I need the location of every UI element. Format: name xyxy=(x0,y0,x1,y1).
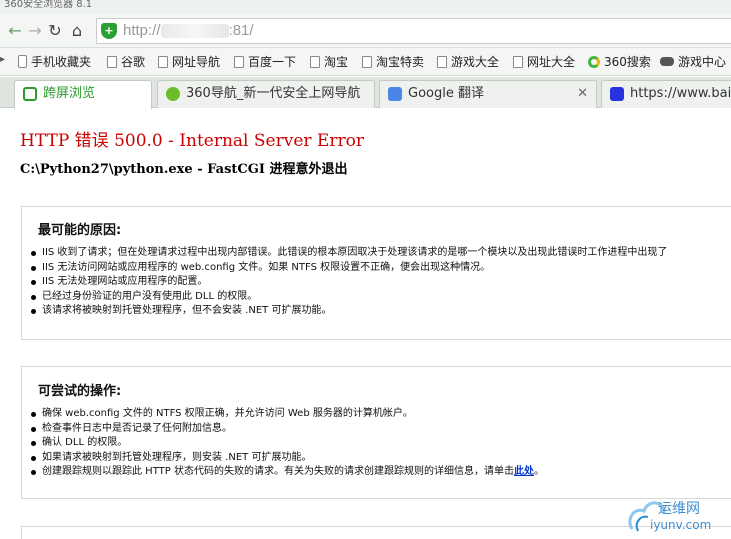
bookmark-label: 手机收藏夹 xyxy=(31,55,92,69)
tab-label: https://www.baidu xyxy=(630,86,731,101)
list-item: IIS 收到了请求；但在处理请求过程中出现内部错误。此错误的根本原因取决于处理该… xyxy=(30,246,667,261)
list-item: 确保 web.config 文件的 NTFS 权限正确，并允许访问 Web 服务… xyxy=(30,407,544,422)
bookmark-label: 360搜索 xyxy=(604,55,651,69)
phone-icon xyxy=(18,55,27,68)
causes-heading: 最可能的原因: xyxy=(38,223,122,238)
bookmark-item[interactable]: 手机收藏夹 xyxy=(18,54,91,70)
page-icon xyxy=(437,56,447,68)
list-item: IIS 无法访问网站或应用程序的 web.config 文件。如果 NTFS 权… xyxy=(30,261,667,276)
address-prefix: http:// xyxy=(123,22,161,39)
bookmarks-bar: ▸ 手机收藏夹 谷歌 网址导航 百度一下 淘宝 淘宝特卖 游戏大全 网址大全 3… xyxy=(0,48,731,76)
360-icon xyxy=(166,87,180,101)
bookmark-item[interactable]: 淘宝特卖 xyxy=(362,54,424,70)
page-icon xyxy=(107,56,117,68)
causes-list: IIS 收到了请求；但在处理请求过程中出现内部错误。此错误的根本原因取决于处理该… xyxy=(30,246,667,319)
bookmark-item[interactable]: 网址大全 xyxy=(513,54,575,70)
bookmark-item[interactable]: 360搜索 xyxy=(588,54,651,70)
actions-box: 可尝试的操作: 确保 web.config 文件的 NTFS 权限正确，并允许访… xyxy=(21,366,731,499)
list-item-text: 创建跟踪规则以跟踪此 HTTP 状态代码的失败的请求。有关为失败的请求创建跟踪规… xyxy=(42,466,514,477)
bookmark-label: 淘宝 xyxy=(324,55,349,69)
page-icon xyxy=(362,56,372,68)
actions-list: 确保 web.config 文件的 NTFS 权限正确，并允许访问 Web 服务… xyxy=(30,407,544,480)
phone-icon xyxy=(23,87,37,101)
security-shield-icon[interactable]: + xyxy=(101,23,117,39)
tab-cross-screen[interactable]: 跨屏浏览 xyxy=(14,80,152,109)
close-icon[interactable]: ✕ xyxy=(577,81,588,107)
cloud-logo-icon: 运维网 iyunv.com xyxy=(628,501,711,532)
bookmark-item[interactable]: 游戏中心 xyxy=(660,54,726,70)
tab-label: 360导航_新一代安全上网导航 xyxy=(186,86,361,101)
list-item: IIS 无法处理网站或应用程序的配置。 xyxy=(30,275,667,290)
back-arrow-icon[interactable]: ← xyxy=(4,20,26,42)
tab-360-nav[interactable]: 360导航_新一代安全上网导航 xyxy=(157,80,375,108)
bookmark-item[interactable]: 谷歌 xyxy=(107,54,145,70)
bookmark-item[interactable]: 游戏大全 xyxy=(437,54,499,70)
bookmark-label: 淘宝特卖 xyxy=(376,55,425,69)
bookmark-item[interactable]: 淘宝 xyxy=(310,54,348,70)
baidu-paw-icon xyxy=(610,87,624,101)
bookmarks-overflow-icon[interactable]: ▸ xyxy=(0,54,5,65)
address-bar[interactable]: + http:// :81/ xyxy=(96,18,731,44)
window-title: 360安全浏览器 8.1 xyxy=(0,0,731,14)
gamepad-icon xyxy=(660,57,674,66)
navigation-bar: ← → ↻ ⌂ + http:// :81/ xyxy=(0,14,731,48)
causes-box: 最可能的原因: IIS 收到了请求；但在处理请求过程中出现内部错误。此错误的根本… xyxy=(21,206,731,340)
bookmark-label: 网址大全 xyxy=(527,55,576,69)
360-icon xyxy=(588,56,600,68)
redacted-host xyxy=(160,24,229,39)
page-icon xyxy=(158,56,168,68)
list-item: 如果请求被映射到托管处理程序，则安装 .NET 可扩展功能。 xyxy=(30,451,544,466)
actions-heading: 可尝试的操作: xyxy=(38,384,122,399)
google-translate-icon xyxy=(388,87,402,101)
error-subtitle: C:\Python27\python.exe - FastCGI 进程意外退出 xyxy=(20,162,348,177)
page-content: HTTP 错误 500.0 - Internal Server Error C:… xyxy=(0,109,731,539)
home-icon[interactable]: ⌂ xyxy=(66,20,88,42)
watermark-line1: 运维网 xyxy=(658,501,700,517)
list-item: 已经过身份验证的用户没有使用此 DLL 的权限。 xyxy=(30,290,667,305)
list-item: 检查事件日志中是否记录了任何附加信息。 xyxy=(30,422,544,437)
tab-strip: 跨屏浏览 360导航_新一代安全上网导航 Google 翻译 ✕ https:/… xyxy=(0,77,731,109)
bookmark-label: 游戏大全 xyxy=(451,55,500,69)
bookmark-label: 网址导航 xyxy=(172,55,221,69)
list-item-end: 。 xyxy=(533,466,544,477)
address-suffix: :81/ xyxy=(228,22,254,39)
watermark-logo: 运维网 iyunv.com xyxy=(624,489,731,537)
tab-label: Google 翻译 xyxy=(408,86,484,101)
list-item: 确认 DLL 的权限。 xyxy=(30,436,544,451)
details-link[interactable]: 此处 xyxy=(514,466,534,477)
page-icon xyxy=(513,56,523,68)
bookmark-label: 百度一下 xyxy=(248,55,297,69)
tab-label: 跨屏浏览 xyxy=(43,86,96,101)
tab-google-translate[interactable]: Google 翻译 ✕ xyxy=(379,80,597,108)
address-text[interactable]: http:// :81/ xyxy=(123,22,254,39)
error-title: HTTP 错误 500.0 - Internal Server Error xyxy=(20,131,364,151)
reload-icon[interactable]: ↻ xyxy=(44,20,66,42)
bookmark-label: 谷歌 xyxy=(121,55,146,69)
list-item: 创建跟踪规则以跟踪此 HTTP 状态代码的失败的请求。有关为失败的请求创建跟踪规… xyxy=(30,465,544,480)
bookmark-item[interactable]: 网址导航 xyxy=(158,54,220,70)
tab-baidu[interactable]: https://www.baidu xyxy=(601,80,731,108)
bookmark-item[interactable]: 百度一下 xyxy=(234,54,296,70)
watermark-line2: iyunv.com xyxy=(650,518,711,532)
page-icon xyxy=(234,56,244,68)
forward-arrow-icon[interactable]: → xyxy=(24,20,46,42)
page-icon xyxy=(310,56,320,68)
bookmark-label: 游戏中心 xyxy=(678,55,727,69)
list-item: 该请求将被映射到托管处理程序，但不会安装 .NET 可扩展功能。 xyxy=(30,304,667,319)
